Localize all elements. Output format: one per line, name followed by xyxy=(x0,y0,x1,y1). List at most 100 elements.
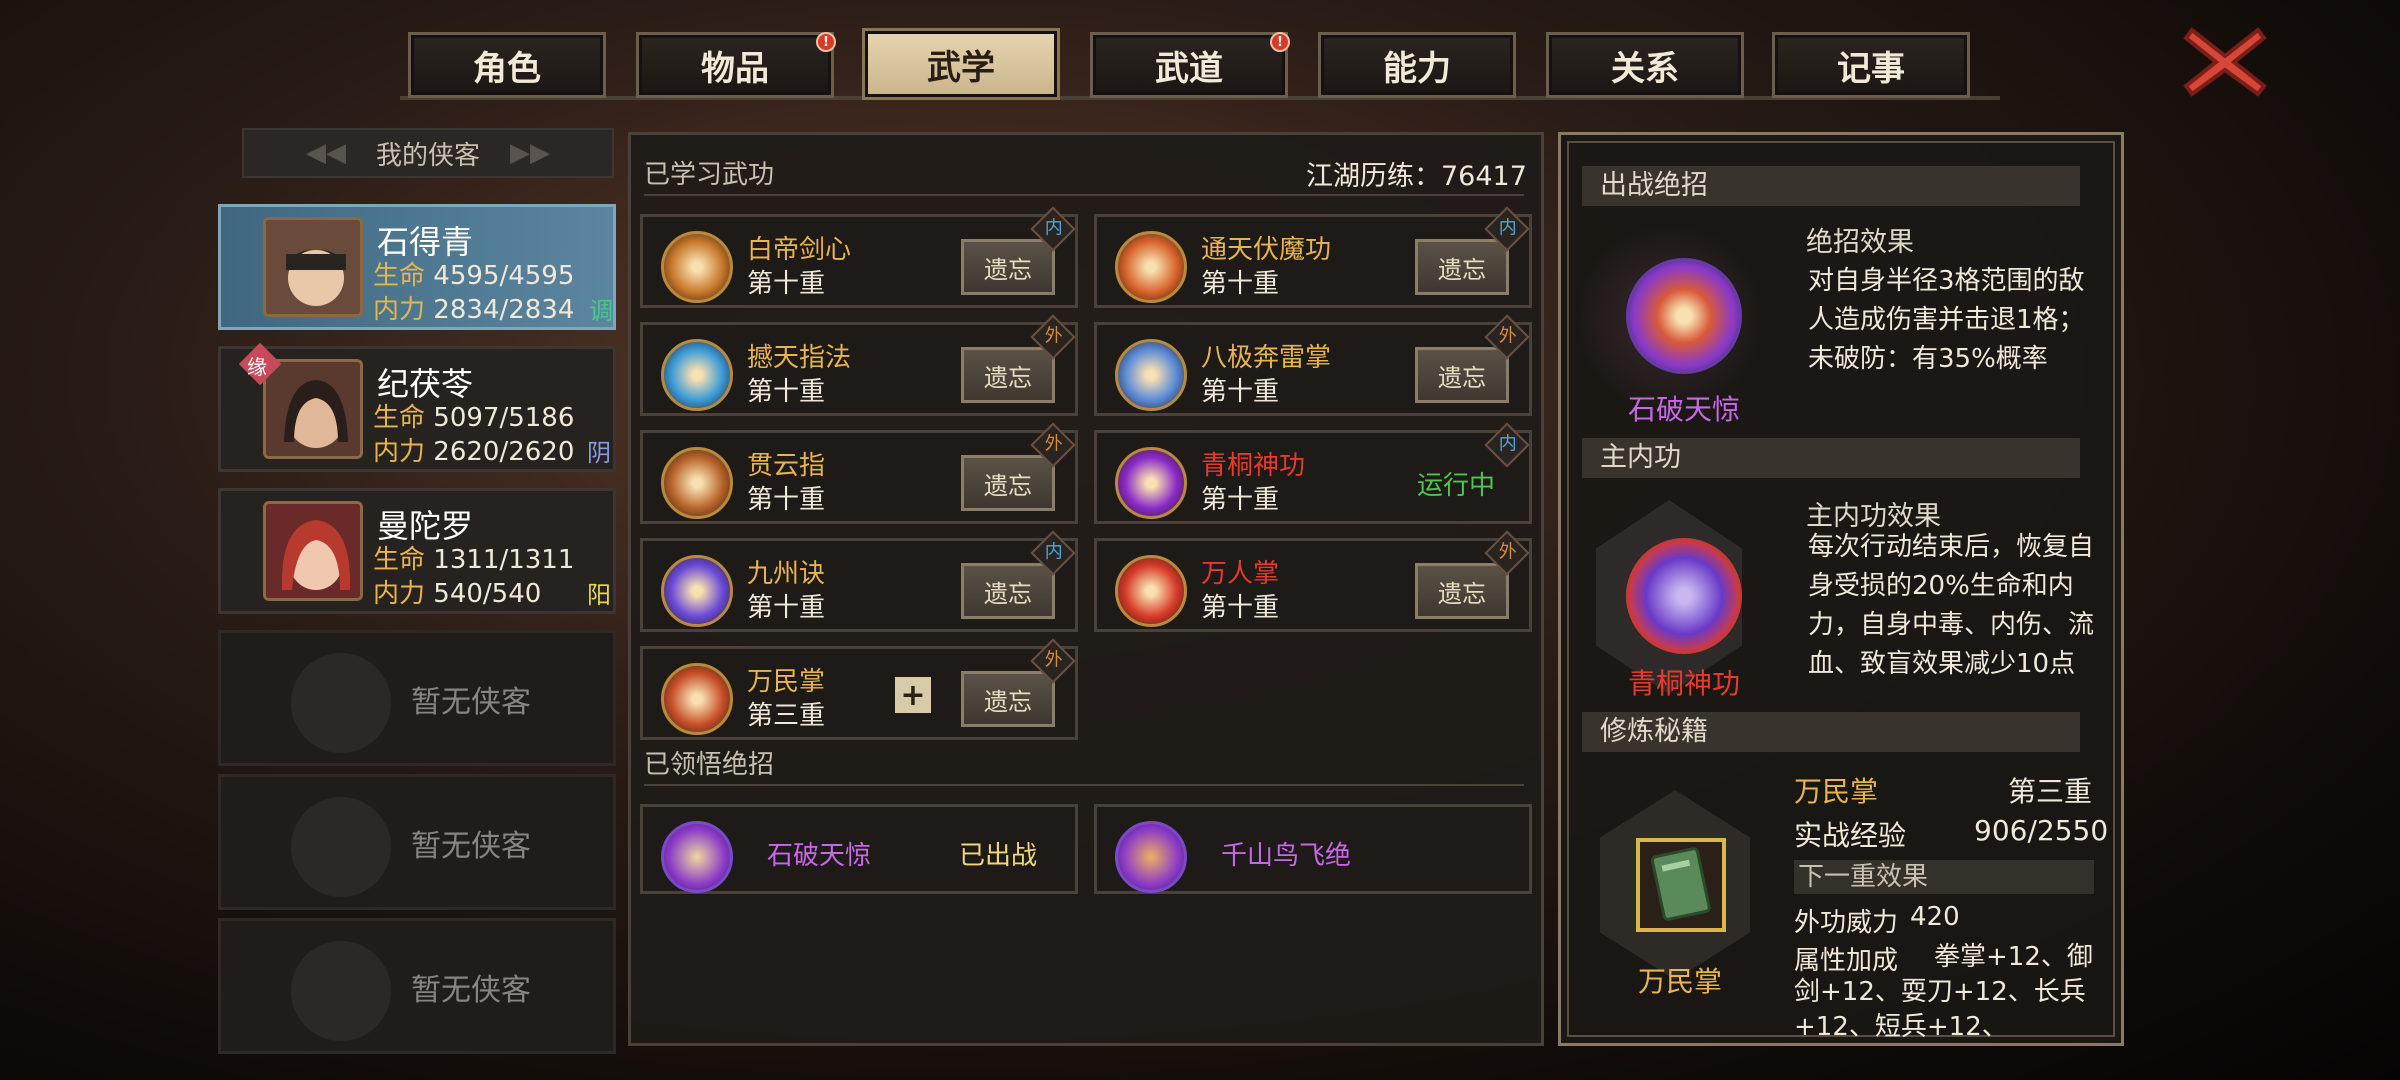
skill-level: 第十重 xyxy=(747,593,826,623)
skill-card[interactable]: 撼天指法 第十重 遗忘外 xyxy=(640,314,1078,416)
skill-card[interactable]: 万人掌 第十重 遗忘外 xyxy=(1094,530,1532,632)
tab-martial-arts[interactable]: 武学 xyxy=(862,28,1060,100)
skill-level: 第十重 xyxy=(1201,377,1280,407)
mp-label: 内力 xyxy=(373,579,426,609)
tab-label: 记事 xyxy=(1837,48,1905,89)
ultimate-status: 已出战 xyxy=(959,841,1038,871)
skill-name: 通天伏魔功 xyxy=(1201,235,1332,265)
ultimate-slot[interactable]: 石破天惊 已出战 xyxy=(640,804,1078,894)
hp-value: 4595/4595 xyxy=(433,261,575,291)
forget-button[interactable]: 遗忘 xyxy=(961,455,1055,511)
chevron-right-icon[interactable]: ▶▶ xyxy=(510,138,550,168)
burst-icon xyxy=(661,821,733,893)
forget-button[interactable]: 遗忘 xyxy=(1415,239,1509,295)
tab-relations[interactable]: 关系 xyxy=(1546,32,1744,98)
chevron-left-icon[interactable]: ◀◀ xyxy=(306,138,346,168)
alert-badge: ! xyxy=(816,32,836,52)
skill-card[interactable]: 万民掌 第三重 遗忘 + 外 xyxy=(640,638,1078,740)
skill-type-label: 外 xyxy=(1498,541,1517,563)
skill-icon xyxy=(661,447,733,519)
forget-button[interactable]: 遗忘 xyxy=(1415,563,1509,619)
skill-name: 撼天指法 xyxy=(747,343,852,373)
plus-icon[interactable]: + xyxy=(895,677,931,713)
ultimates-title: 已领悟绝招 xyxy=(644,750,775,780)
attribute-tag: 调 xyxy=(589,297,613,325)
attribute-tag: 阴 xyxy=(587,439,611,467)
skill-level: 第十重 xyxy=(1201,269,1280,299)
empty-slot-label: 暂无侠客 xyxy=(411,829,531,864)
character-card[interactable]: 石得青 生命 4595/4595 内力 2834/2834 调 xyxy=(218,204,616,330)
skill-card[interactable]: 九州诀 第十重 遗忘内 xyxy=(640,530,1078,632)
tab-items[interactable]: 物品 xyxy=(636,32,834,98)
divider xyxy=(644,784,1524,786)
skill-card[interactable]: 八极奔雷掌 第十重 遗忘外 xyxy=(1094,314,1532,416)
skill-level: 第十重 xyxy=(747,377,826,407)
forget-button[interactable]: 遗忘 xyxy=(961,239,1055,295)
forget-button[interactable]: 遗忘 xyxy=(1415,347,1509,403)
skill-level: 第十重 xyxy=(747,269,826,299)
tab-label: 物品 xyxy=(701,48,769,89)
placeholder-avatar-icon xyxy=(291,941,391,1041)
ultimate-slot[interactable]: 千山鸟飞绝 xyxy=(1094,804,1532,894)
skill-level: 第十重 xyxy=(1201,485,1280,515)
next-level-header: 下一重效果 xyxy=(1794,860,2094,894)
effect-text: 对自身半径3格范围的敌人造成伤害并击退1格；未破防：有35%概率 xyxy=(1808,266,2085,374)
tab-journal[interactable]: 记事 xyxy=(1772,32,1970,98)
forget-button[interactable]: 遗忘 xyxy=(961,563,1055,619)
skill-icon xyxy=(1115,555,1187,627)
empty-slot-label: 暂无侠客 xyxy=(411,685,531,720)
character-card[interactable]: 曼陀罗 生命 1311/1311 内力 540/540 阳 xyxy=(218,488,616,614)
skill-status: 运行中 xyxy=(1417,471,1496,501)
skill-icon xyxy=(661,231,733,303)
forget-button[interactable]: 遗忘 xyxy=(961,347,1055,403)
manual-name: 万民掌 xyxy=(1637,965,1722,998)
mp-label: 内力 xyxy=(373,437,426,467)
tab-wudao[interactable]: 武道 xyxy=(1090,32,1288,98)
close-icon[interactable] xyxy=(2180,20,2270,100)
skill-name: 八极奔雷掌 xyxy=(1201,343,1332,373)
skill-card[interactable]: 白帝剑心 第十重 遗忘内 xyxy=(640,206,1078,308)
skill-card[interactable]: 青桐神功第十重 运行中内 xyxy=(1094,422,1532,524)
hp-label: 生命 xyxy=(373,261,426,291)
pillar-icon xyxy=(1626,538,1742,654)
tab-ability[interactable]: 能力 xyxy=(1318,32,1516,98)
manual-level: 第三重 xyxy=(2008,775,2093,808)
power-label: 外功威力 xyxy=(1794,908,1899,938)
book-icon xyxy=(1650,847,1711,921)
tab-label: 武学 xyxy=(927,47,995,88)
exp-value: 906/2550 xyxy=(1974,814,2109,847)
power-value: 420 xyxy=(1910,902,1960,932)
skill-icon xyxy=(661,663,733,735)
empty-slot[interactable]: 暂无侠客 xyxy=(218,918,616,1054)
section-header: 出战绝招 xyxy=(1582,166,2080,206)
burst-icon xyxy=(1626,258,1742,374)
list-header: ◀◀ 我的侠客 ▶▶ xyxy=(242,128,614,178)
skill-type-label: 内 xyxy=(1498,217,1517,239)
manual-icon-frame xyxy=(1636,838,1726,932)
skill-type-label: 外 xyxy=(1044,433,1063,455)
forget-button[interactable]: 遗忘 xyxy=(961,671,1055,727)
skill-card[interactable]: 贯云指 第十重 遗忘外 xyxy=(640,422,1078,524)
skill-name: 青桐神功 xyxy=(1201,451,1306,481)
empty-slot[interactable]: 暂无侠客 xyxy=(218,630,616,766)
placeholder-avatar-icon xyxy=(291,653,391,753)
learned-skills-title: 已学习武功 xyxy=(644,160,775,190)
tab-label: 角色 xyxy=(473,48,541,89)
tab-label: 关系 xyxy=(1611,48,1679,89)
mp-value: 2834/2834 xyxy=(433,295,575,325)
character-card[interactable]: 缘 纪茯苓 生命 5097/5186 内力 2620/2620 阴 xyxy=(218,342,616,472)
skill-level: 第三重 xyxy=(747,701,826,731)
main-effect-text: 每次行动结束后，恢复自身受损的20%生命和内力，自身中毒、内伤、流血、致盲效果减… xyxy=(1808,532,2095,679)
hp-label: 生命 xyxy=(373,545,426,575)
attr-text: 拳掌+12、御剑+12、耍刀+12、长兵+12、短兵+12、 xyxy=(1794,942,2093,1042)
skill-level: 第十重 xyxy=(1201,593,1280,623)
skill-card[interactable]: 通天伏魔功第十重 遗忘内 xyxy=(1094,206,1532,308)
ultimate-name: 石破天惊 xyxy=(767,841,872,871)
skill-type-badge: 内 xyxy=(1484,422,1530,468)
skill-type-label: 外 xyxy=(1044,649,1063,671)
hp-label: 生命 xyxy=(373,403,426,433)
attribute-tag: 阳 xyxy=(587,581,611,609)
empty-slot[interactable]: 暂无侠客 xyxy=(218,774,616,910)
tab-character[interactable]: 角色 xyxy=(408,32,606,98)
skill-name: 九州诀 xyxy=(747,559,826,589)
